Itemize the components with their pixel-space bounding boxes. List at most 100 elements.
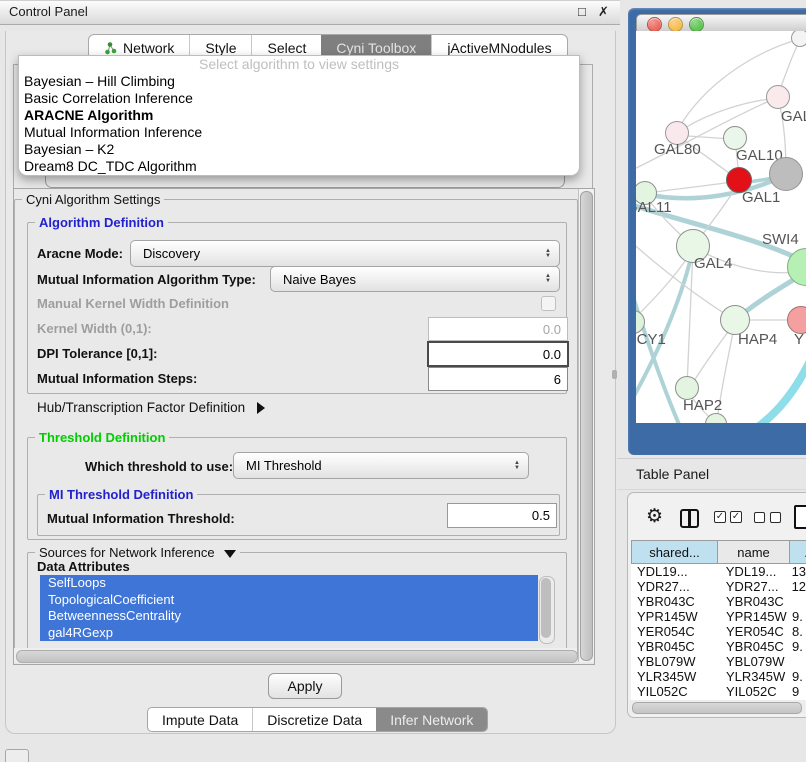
close-traffic-light-icon[interactable] (647, 17, 662, 32)
which-threshold-combo[interactable]: MI Threshold ▲▼ (233, 452, 529, 479)
algorithm-option[interactable]: Mutual Information Inference (19, 124, 579, 141)
gear-icon[interactable]: ⚙ (646, 508, 663, 526)
control-panel-title: Control Panel (9, 4, 88, 19)
unchecked-box-icon[interactable] (754, 512, 765, 523)
settings-vertical-scrollbar-thumb[interactable] (580, 191, 593, 661)
node-label: HAP4 (738, 331, 777, 348)
sources-expander[interactable]: Sources for Network Inference (35, 545, 240, 560)
table-cell: YBL079W (631, 654, 718, 669)
bottom-tab-discretize-data[interactable]: Discretize Data (252, 708, 376, 731)
algorithm-dropdown-popup: Select algorithm to view settings Bayesi… (18, 55, 580, 176)
tab-label: Style (205, 40, 236, 56)
table-row[interactable]: YLR345WYLR345W9. (631, 669, 806, 684)
splitter-handle[interactable] (612, 370, 617, 379)
table-cell: YPR145W (631, 609, 718, 624)
combo-stepper-icon: ▲▼ (509, 461, 528, 471)
algorithm-option[interactable]: Bayesian – K2 (19, 141, 579, 158)
table-cell: YIL052C (631, 684, 718, 699)
data-attribute-item[interactable]: TopologicalCoefficient (40, 592, 538, 609)
node-label: GAL (781, 108, 806, 125)
network-node[interactable] (769, 157, 803, 191)
hub-definition-expander[interactable]: Hub/Transcription Factor Definition (37, 400, 265, 415)
algorithm-option[interactable]: Bayesian – Hill Climbing (19, 73, 579, 90)
algorithm-option[interactable]: Basic Correlation Inference (19, 90, 579, 107)
table-cell: 9. (788, 669, 803, 684)
table-row[interactable]: YBR045CYBR045C9. (631, 639, 806, 654)
control-panel-titlebar: Control Panel □ ✗ (0, 0, 620, 25)
table-cell: YLR345W (631, 669, 718, 684)
table-row[interactable]: YER054CYER054C8. (631, 624, 806, 639)
settings-horizontal-scrollbar-thumb[interactable] (16, 650, 578, 663)
collapsed-panel-box[interactable] (5, 749, 29, 762)
data-attributes-label: Data Attributes (37, 559, 130, 574)
checked-box-icon[interactable]: ✓ (714, 511, 726, 523)
attributes-scrollbar-thumb[interactable] (541, 578, 551, 638)
algorithm-dropdown-placeholder: Select algorithm to view settings (19, 56, 579, 73)
column-header[interactable]: shared... (631, 540, 718, 564)
bottom-tab-impute-data[interactable]: Impute Data (148, 708, 252, 731)
aracne-mode-value: Discovery (131, 246, 540, 261)
kernel-width-field[interactable]: 0.0 (428, 317, 568, 341)
close-panel-icon[interactable]: ✗ (598, 4, 609, 20)
algorithm-option[interactable]: Dream8 DC_TDC Algorithm (19, 158, 579, 175)
mi-threshold-label: Mutual Information Threshold: (47, 511, 235, 526)
table-cell: YDR27... (718, 579, 788, 594)
node-label: Y (794, 331, 804, 348)
mi-threshold-field[interactable]: 0.5 (447, 503, 557, 528)
table-cell: YER054C (718, 624, 788, 639)
split-columns-icon[interactable] (680, 509, 699, 528)
threshold-definition-title: Threshold Definition (35, 430, 169, 445)
mi-steps-label: Mutual Information Steps: (37, 371, 197, 386)
table-cell (788, 594, 792, 609)
table-cell: YDR27... (631, 579, 718, 594)
cyni-algorithm-settings-title: Cyni Algorithm Settings (22, 192, 164, 207)
sources-title: Sources for Network Inference (39, 545, 215, 560)
apply-button[interactable]: Apply (268, 673, 342, 699)
table-horizontal-scrollbar-thumb[interactable] (632, 702, 802, 714)
document-icon[interactable] (794, 505, 806, 529)
zoom-traffic-light-icon[interactable] (689, 17, 704, 32)
table-panel-title: Table Panel (636, 466, 709, 482)
aracne-mode-label: Aracne Mode: (37, 246, 123, 261)
table-row[interactable]: YIL052CYIL052C9 (631, 684, 806, 699)
table-row[interactable]: YBL079WYBL079W (631, 654, 806, 669)
aracne-mode-combo[interactable]: Discovery ▲▼ (130, 240, 560, 267)
table-row[interactable]: YBR043CYBR043C (631, 594, 806, 609)
network-node[interactable] (791, 31, 806, 47)
table-cell: YPR145W (718, 609, 788, 624)
table-cell: YLR345W (718, 669, 788, 684)
table-cell: 9 (788, 684, 799, 699)
mi-threshold-title: MI Threshold Definition (45, 487, 197, 502)
mi-steps-field[interactable]: 6 (428, 367, 568, 391)
expander-collapsed-icon (257, 402, 265, 414)
which-threshold-value: MI Threshold (234, 458, 509, 473)
table-cell: YER054C (631, 624, 718, 639)
combo-stepper-icon: ▲▼ (540, 249, 559, 259)
table-row[interactable]: YDL19...YDL19...13 (631, 564, 806, 579)
table-row[interactable]: YPR145WYPR145W9. (631, 609, 806, 624)
table-rows: YDL19...YDL19...13YDR27...YDR27...12YBR0… (631, 564, 806, 700)
network-canvas[interactable]: GALGAL80GAL10GAL1GAL11GAL4SWI4GCY1HAP4YH… (636, 31, 806, 423)
column-header[interactable]: A (790, 540, 806, 564)
bottom-tab-infer-network[interactable]: Infer Network (376, 708, 487, 731)
data-attribute-item[interactable]: SelfLoops (40, 575, 538, 592)
mi-type-combo[interactable]: Naive Bayes ▲▼ (270, 266, 560, 292)
tab-label: Select (267, 40, 306, 56)
unchecked-box-icon[interactable] (770, 512, 781, 523)
which-threshold-label: Which threshold to use: (85, 459, 233, 474)
network-node-gal[interactable] (766, 85, 790, 109)
algorithm-option[interactable]: ARACNE Algorithm (19, 107, 579, 124)
algorithm-options: Bayesian – Hill ClimbingBasic Correlatio… (19, 73, 579, 175)
dpi-tolerance-field[interactable]: 0.0 (427, 341, 569, 367)
table-cell: YBR045C (631, 639, 718, 654)
data-attribute-item[interactable]: BetweennessCentrality (40, 608, 538, 625)
checked-box-icon[interactable]: ✓ (730, 511, 742, 523)
minimize-traffic-light-icon[interactable] (668, 17, 683, 32)
manual-kernel-checkbox[interactable] (541, 296, 556, 311)
column-header[interactable]: name (718, 540, 790, 564)
table-cell: 8. (788, 624, 803, 639)
table-row[interactable]: YDR27...YDR27...12 (631, 579, 806, 594)
table-panel-titlebar: Table Panel (617, 458, 806, 490)
float-panel-icon[interactable]: □ (578, 4, 586, 19)
data-attribute-item[interactable]: gal4RGexp (40, 625, 538, 642)
